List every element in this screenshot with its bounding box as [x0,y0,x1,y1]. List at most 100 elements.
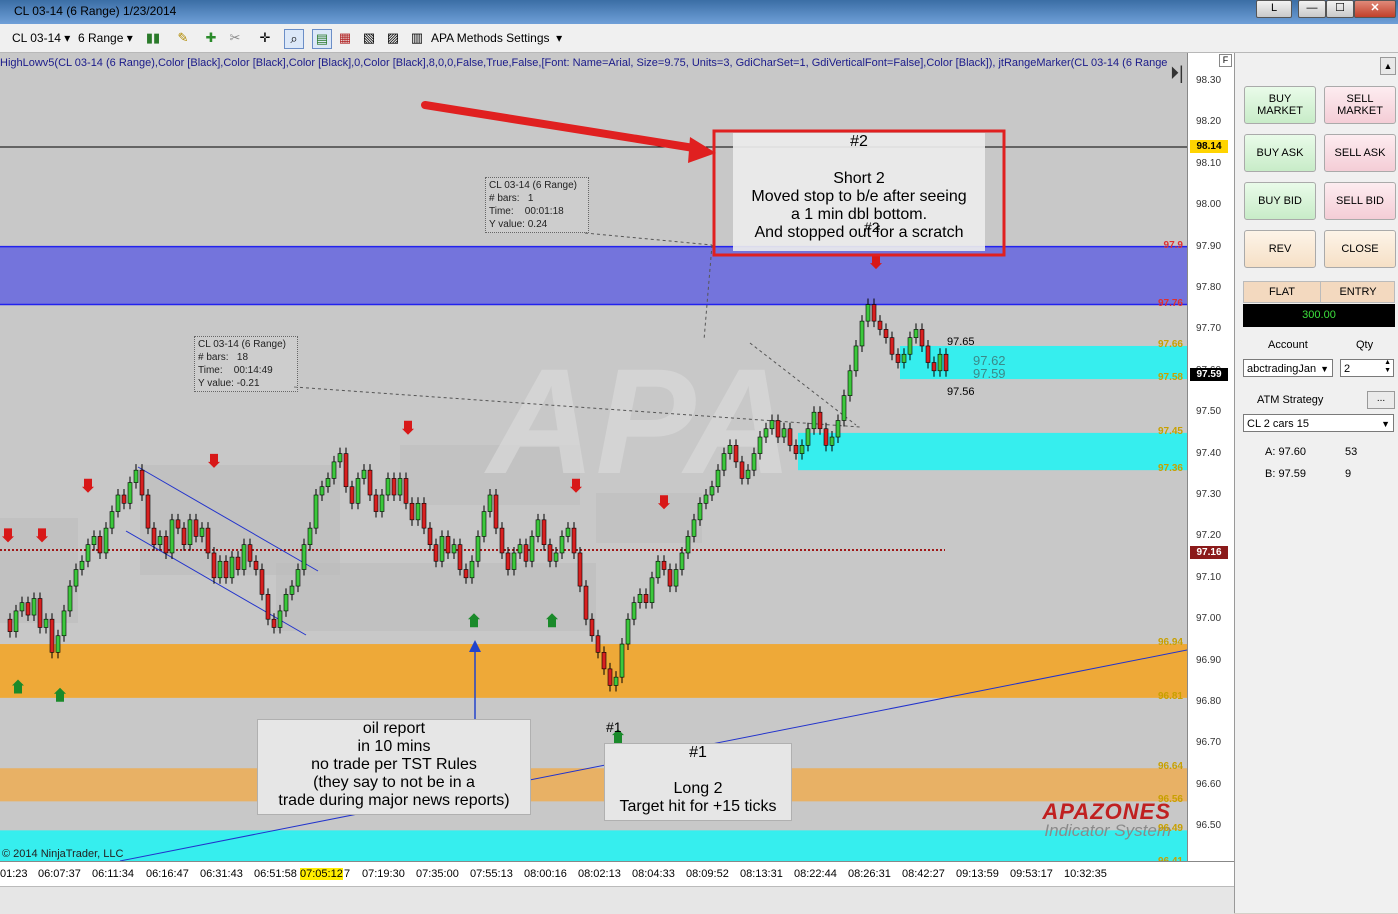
tab-button[interactable]: L [1256,0,1292,18]
maximize-button[interactable]: ☐ [1326,0,1354,18]
data-box-icon[interactable]: ▥ [408,29,426,47]
apa-settings-menu[interactable]: APA Methods Settings ▾ [431,29,562,47]
candle-body [319,486,325,496]
zone-price-label: 97.9 [1163,239,1183,251]
crosshair-icon[interactable]: ✛ [256,29,274,47]
candle-body [475,536,481,562]
candle-body [901,353,907,363]
price-axis[interactable]: F 98.30 98.20 98.10 98.00 97.90 97.80 97.70 97.… [1187,53,1235,861]
axis-options-icon[interactable]: F [1219,54,1232,67]
candle-body [649,577,655,603]
candle-body [457,544,463,570]
properties-icon[interactable]: ▨ [384,29,402,47]
panel-scroll-up-icon[interactable]: ▲ [1380,57,1396,75]
candle-body [853,345,859,372]
candle-body [307,527,313,545]
measure1-bars-label: # bars: [489,193,520,204]
draw-pencil-icon[interactable]: ✎ [174,29,192,47]
minimize-button[interactable]: — [1298,0,1326,18]
position-entry: ENTRY [1339,286,1377,298]
price-tick-label: 96.90 [1196,654,1222,666]
strategy-icon[interactable]: ▦ [336,29,354,47]
time-tick-label: 06:07:37 [38,868,81,880]
candle-body [805,428,811,446]
close-button[interactable]: ✕ [1354,0,1396,18]
candle-body [919,329,925,347]
chart-scrollbar[interactable] [0,886,1234,914]
time-tick-label: 07:35:00 [416,868,459,880]
snapshot-icon[interactable]: ▧ [360,29,378,47]
sell-bid-button[interactable]: SELL BID [1324,182,1396,220]
candle-body [355,478,361,504]
bar-type-icon[interactable]: ▮▮ [144,29,162,47]
candle-body [463,569,469,579]
zone-price-label: 97.45 [1157,425,1183,437]
time-tick-label: 06:16:47 [146,868,189,880]
candle-body [193,519,199,537]
candle-body [433,544,439,562]
price-tick-label: 97.80 [1196,282,1222,293]
buy-ask-button[interactable]: BUY ASK [1244,134,1316,172]
buy-bid-button[interactable]: BUY BID [1244,182,1316,220]
period-selector[interactable]: 6 Range ▾ [78,29,133,47]
candle-body [535,519,541,537]
candle-body [511,552,517,570]
price-marker: 97.59 [1190,367,1228,381]
sell-market-button[interactable]: SELL MARKET [1324,86,1396,124]
sell-ask-button[interactable]: SELL ASK [1324,134,1396,172]
candle-body [115,494,121,512]
candle-body [271,618,277,628]
chevron-down-icon: ▼ [1381,419,1390,429]
measure-box-1[interactable]: CL 03-14 (6 Range) # bars: 1 Time: 00:01… [485,177,589,233]
instrument-selector[interactable]: CL 03-14 ▾ [12,29,70,47]
remove-drawing-icon[interactable]: ✂ [226,29,244,47]
atm-more-button[interactable]: ... [1367,391,1395,409]
candle-body [151,527,157,545]
price-tick-label: 96.60 [1196,778,1222,790]
measure-box-2[interactable]: CL 03-14 (6 Range) # bars: 18 Time: 00:1… [194,336,298,392]
candle-body [253,560,259,570]
chart-trader-icon[interactable]: ▤ [312,29,332,49]
candle-body [205,527,211,554]
candle-body [871,304,877,322]
candle-body [559,536,565,554]
note-oil-line3: no trade per TST Rules [311,756,477,773]
add-indicator-icon[interactable]: ✚ [202,29,220,47]
measure-line-1 [584,232,713,246]
atm-strategy-select[interactable]: CL 2 cars 15 ▼ [1243,414,1394,432]
note-long-line2: Long 2 [673,780,723,797]
qty-stepper[interactable]: 2 ▲ ▼ [1340,359,1394,377]
annotation-arrow-head [688,137,716,163]
candle-body [739,461,745,479]
candle-body [379,494,385,512]
cursor-high-label: 97.65 [947,336,975,348]
cursor-low-label: 97.56 [947,386,975,398]
annotation-arrow-shaft [421,101,704,153]
measure2-time: 00:14:49 [233,365,273,376]
copyright-text: © 2014 NinjaTrader, LLC [2,848,124,860]
close-position-button[interactable]: CLOSE [1324,230,1396,268]
zone-band [900,345,1187,380]
buy-market-label: BUY MARKET [1257,93,1303,117]
candle-body [397,478,403,496]
price-tick-label: 96.80 [1196,696,1222,707]
zoom-icon[interactable]: ⌕ [284,29,304,49]
price-tick-label: 98.20 [1196,116,1222,128]
candle-body [145,494,151,529]
chart-canvas[interactable]: APA ⏵| [0,53,1187,861]
reverse-button[interactable]: REV [1244,230,1316,268]
toolbar: CL 03-14 ▾ 6 Range ▾ ▮▮ ✎ ✚ ✂ ✛ ⌕ ▤ ▦ ▧ … [0,24,1398,53]
note-short-line2: Short 2 [833,170,885,187]
price-tick-label: 98.00 [1196,199,1222,211]
account-select[interactable]: abctradingJan ▼ [1243,359,1333,377]
candle-body [289,585,295,595]
time-axis[interactable]: 01:23 06:07:37 06:11:34 06:16:47 06:31:43 06:… [0,861,1234,887]
price-chart[interactable]: APA ⏵| HighLowv5(CL 03-14 (6 Range),Colo… [0,53,1187,861]
candle-body [469,560,475,579]
buy-market-button[interactable]: BUY MARKET [1244,86,1316,124]
candle-body [523,544,529,562]
sell-market-label: SELL MARKET [1337,93,1383,117]
candle-body [751,453,757,471]
candle-body [883,329,889,338]
candle-body [553,552,559,562]
